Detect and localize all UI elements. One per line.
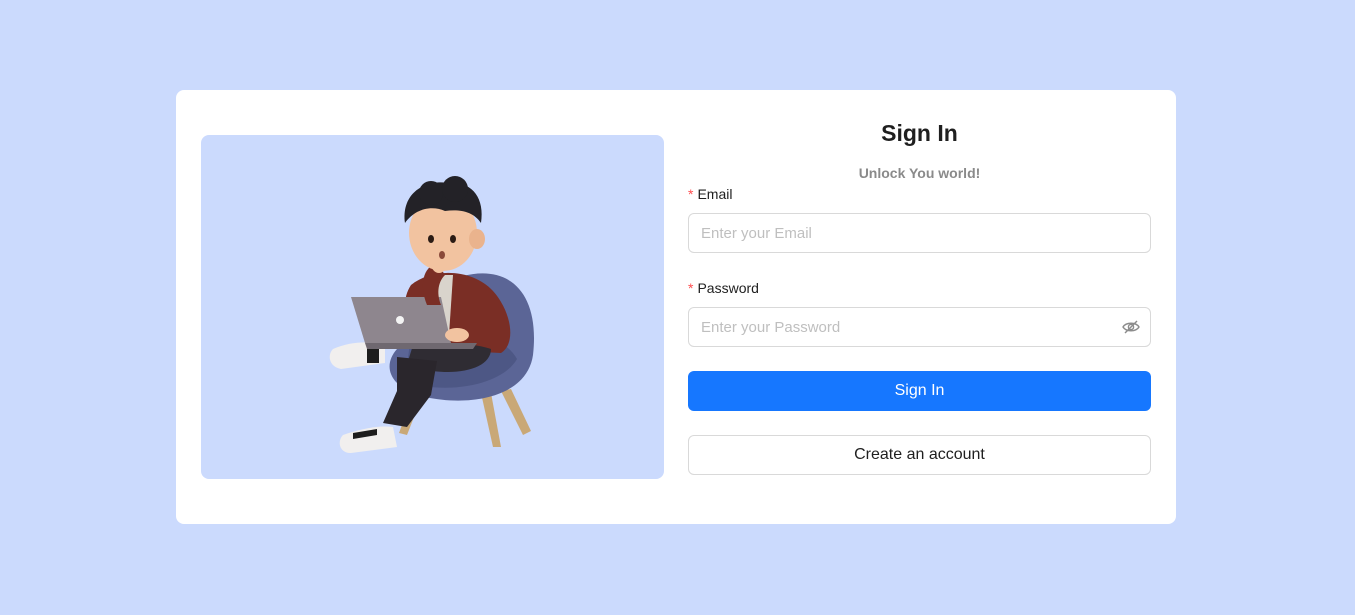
- required-mark: *: [688, 186, 694, 202]
- email-label: * Email: [688, 186, 732, 202]
- password-field[interactable]: Enter your Password: [688, 307, 1151, 347]
- page-title: Sign In: [881, 120, 958, 146]
- sign-in-button[interactable]: Sign In: [688, 371, 1151, 411]
- email-placeholder: Enter your Email: [701, 225, 812, 242]
- eye-invisible-icon[interactable]: [1122, 319, 1140, 335]
- create-account-button[interactable]: Create an account: [688, 435, 1151, 475]
- illustration-panel: [201, 135, 664, 479]
- email-field[interactable]: Enter your Email: [688, 213, 1151, 253]
- password-label-text: Password: [697, 280, 759, 296]
- password-label: * Password: [688, 280, 759, 296]
- required-mark: *: [688, 280, 694, 296]
- email-label-text: Email: [697, 186, 733, 202]
- password-placeholder: Enter your Password: [701, 319, 841, 336]
- person-with-laptop-illustration: [329, 176, 535, 453]
- page-subtitle: Unlock You world!: [858, 165, 981, 181]
- signin-card: Sign In Unlock You world! * Email Enter y…: [176, 90, 1176, 524]
